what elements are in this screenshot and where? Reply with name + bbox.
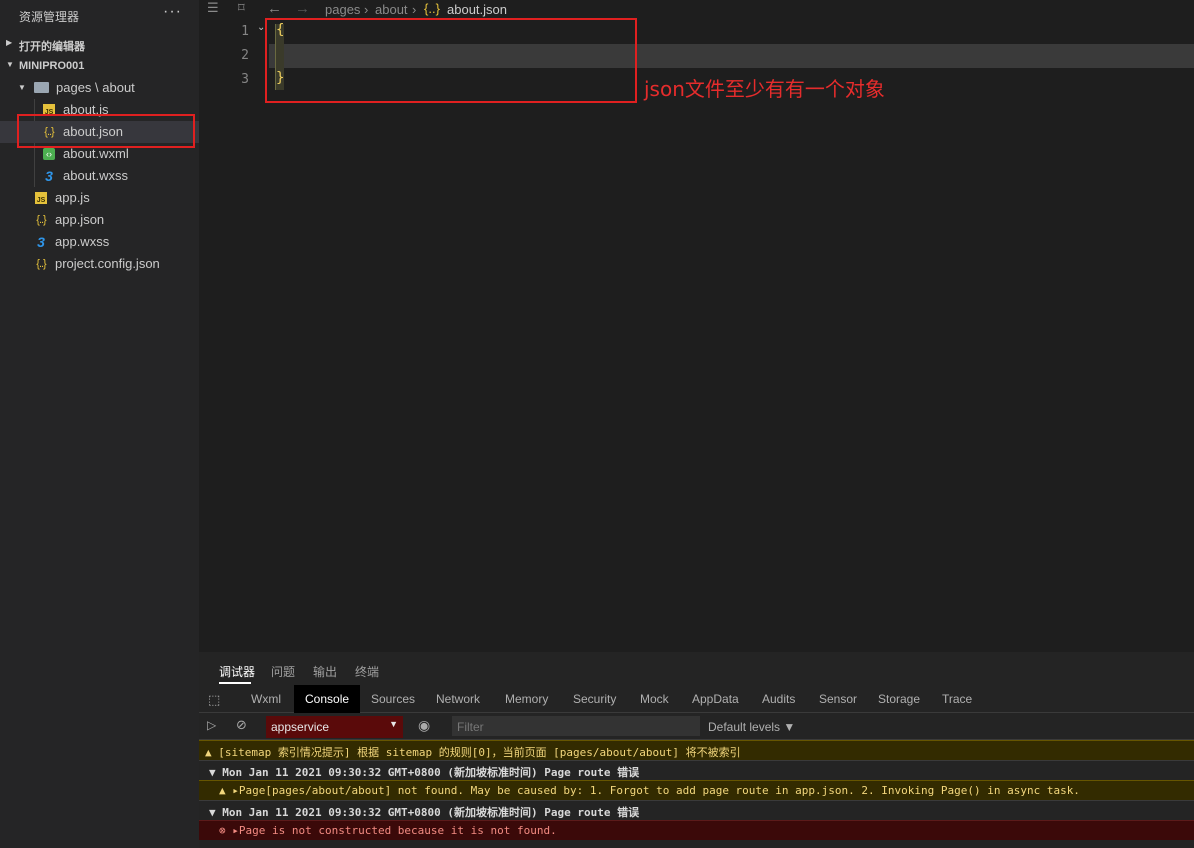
devtools-tab-bar: ⬚ Wxml Console Sources Network Memory Se… <box>199 685 1194 713</box>
file-label: about.wxss <box>63 168 129 183</box>
open-editors-section[interactable]: ▶ 打开的编辑器 <box>0 33 199 55</box>
code-highlight-box <box>265 18 637 103</box>
inspect-element-icon[interactable]: ⬚ <box>208 692 220 708</box>
file-label: app.json <box>55 212 105 227</box>
active-tab-underline <box>219 682 251 684</box>
explorer-sidebar: 资源管理器 ··· ▶ 打开的编辑器 ▼ MINIPRO001 ▼ pages … <box>0 0 199 848</box>
tab-audits[interactable]: Audits <box>762 692 795 706</box>
tab-sensor[interactable]: Sensor <box>819 692 857 706</box>
code-editor: ☰ ⌑ ← → pages › about › {..} about.json … <box>199 0 1194 652</box>
css-file-icon: 3 <box>45 168 53 184</box>
annotation-text: json文件至少有有一个对象 <box>644 77 885 101</box>
back-arrow-icon[interactable]: ← <box>267 0 282 17</box>
console-group-header[interactable]: ▼ Mon Jan 11 2021 09:30:32 GMT+0800 (新加坡… <box>199 760 1194 780</box>
tree-file-project-config[interactable]: {..} project.config.json <box>0 253 199 275</box>
forward-arrow-icon[interactable]: → <box>295 0 310 17</box>
chevron-right-icon: ▶ <box>6 38 13 47</box>
tab-problems[interactable]: 问题 <box>271 663 295 680</box>
line-number: 3 <box>241 72 249 87</box>
filter-input[interactable]: Filter <box>452 716 700 736</box>
line-number: 2 <box>241 48 249 63</box>
tab-mock[interactable]: Mock <box>640 692 669 706</box>
tree-folder-pages-about[interactable]: ▼ pages \ about <box>0 77 199 99</box>
wxml-file-icon: ‹› <box>43 148 55 160</box>
tree-file-app-js[interactable]: JS app.js <box>0 187 199 209</box>
list-icon[interactable]: ☰ <box>207 0 219 16</box>
css-file-icon: 3 <box>37 234 45 250</box>
tab-trace[interactable]: Trace <box>942 692 972 706</box>
devtools-panel: 调试器 问题 输出 终端 ⬚ Wxml Console Sources Netw… <box>199 652 1194 848</box>
console-group-header[interactable]: ▼ Mon Jan 11 2021 09:30:32 GMT+0800 (新加坡… <box>199 800 1194 820</box>
bookmark-icon[interactable]: ⌑ <box>238 0 245 16</box>
console-message-warning[interactable]: ▲ [sitemap 索引情况提示] 根据 sitemap 的规则[0]，当前页… <box>199 740 1194 760</box>
console-message-warning[interactable]: ▲ ▸Page[pages/about/about] not found. Ma… <box>199 780 1194 800</box>
selected-file-highlight-box <box>17 114 195 148</box>
project-label: MINIPRO001 <box>19 60 85 72</box>
json-file-icon: {..} <box>36 258 46 270</box>
js-file-icon: JS <box>35 192 47 204</box>
explorer-title: 资源管理器 <box>19 10 80 24</box>
tab-appdata[interactable]: AppData <box>692 692 739 706</box>
context-select[interactable]: appservice ▼ <box>266 716 403 738</box>
more-actions-icon[interactable]: ··· <box>163 3 182 21</box>
chevron-down-icon: ▼ <box>6 60 14 69</box>
open-editors-label: 打开的编辑器 <box>19 41 85 53</box>
tree-file-app-wxss[interactable]: 3 app.wxss <box>0 231 199 253</box>
tab-terminal[interactable]: 终端 <box>355 663 379 680</box>
console-toolbar: ▷ ⊘ appservice ▼ ◉ Filter Default levels… <box>199 714 1194 740</box>
explorer-header: 资源管理器 ··· <box>0 0 199 32</box>
folder-label: pages \ about <box>56 80 135 95</box>
sidebar-toggle-icon[interactable]: ▷ <box>207 718 216 732</box>
file-label: about.wxml <box>63 146 129 161</box>
tab-debugger[interactable]: 调试器 <box>219 663 255 680</box>
tree-file-about-wxss[interactable]: 3 about.wxss <box>0 165 199 187</box>
tab-output[interactable]: 输出 <box>313 663 337 680</box>
project-section[interactable]: ▼ MINIPRO001 <box>0 55 199 77</box>
console-message-error[interactable]: ⊗ ▸Page is not constructed because it is… <box>199 820 1194 840</box>
log-levels-select[interactable]: Default levels ▼ <box>708 720 795 734</box>
line-number: 1 <box>241 24 249 39</box>
tab-console[interactable]: Console <box>294 685 361 713</box>
file-label: app.js <box>55 190 90 205</box>
chevron-down-icon: ▼ <box>18 83 26 92</box>
clear-console-icon[interactable]: ⊘ <box>236 717 247 733</box>
json-file-icon: {..} <box>36 214 46 226</box>
tab-memory[interactable]: Memory <box>505 692 548 706</box>
tab-storage[interactable]: Storage <box>878 692 920 706</box>
file-label: project.config.json <box>55 256 160 271</box>
context-select-value: appservice <box>271 720 330 734</box>
tree-file-app-json[interactable]: {..} app.json <box>0 209 199 231</box>
dropdown-arrow-icon: ▼ <box>389 719 398 729</box>
file-label: app.wxss <box>55 234 110 249</box>
tab-sources[interactable]: Sources <box>371 692 415 706</box>
folder-icon <box>34 82 49 93</box>
tab-wxml[interactable]: Wxml <box>251 692 281 706</box>
tab-network[interactable]: Network <box>436 692 480 706</box>
tab-security[interactable]: Security <box>573 692 616 706</box>
eye-icon[interactable]: ◉ <box>418 717 430 734</box>
